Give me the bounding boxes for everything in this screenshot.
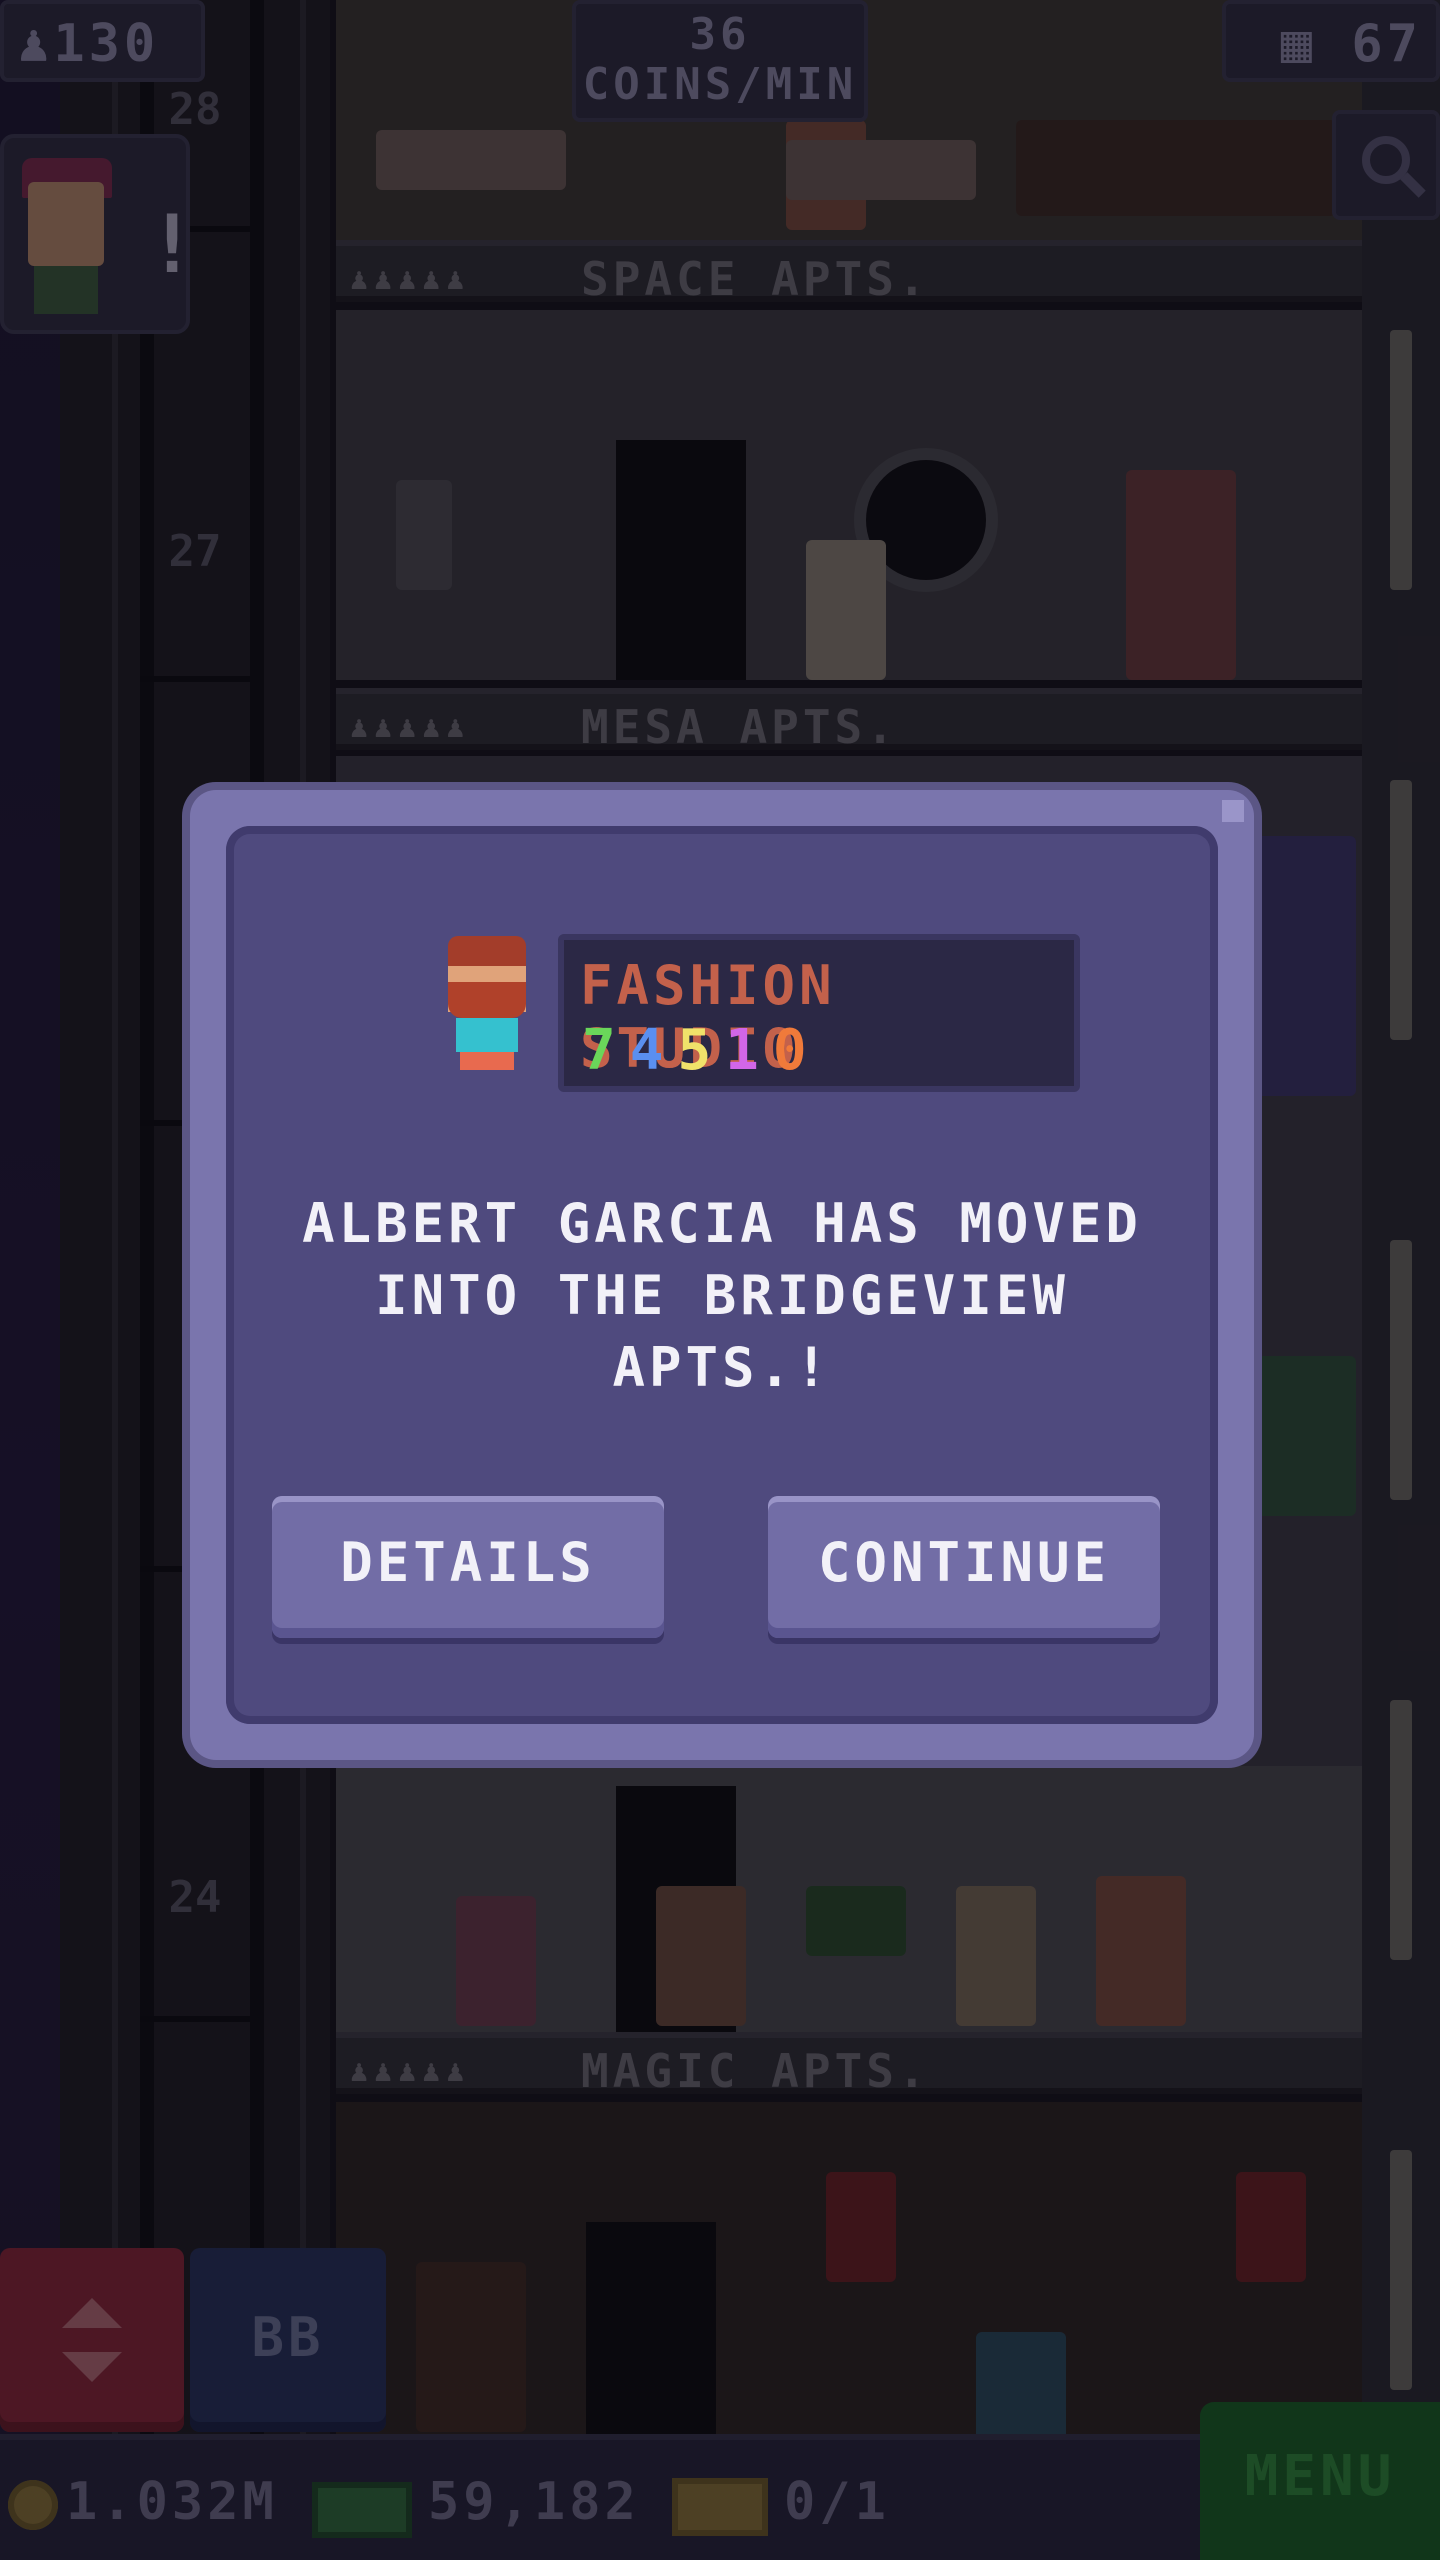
bitizen-avatar: [442, 936, 532, 1076]
skill-creative: 0: [772, 1018, 821, 1083]
skill-recreation: 5: [677, 1018, 726, 1083]
details-button[interactable]: DETAILS: [272, 1496, 664, 1638]
continue-button[interactable]: CONTINUE: [768, 1496, 1160, 1638]
avatar-hair: [448, 936, 526, 966]
skill-ratings: 74510: [582, 1018, 821, 1083]
avatar-shirt: [456, 1018, 518, 1052]
dialog-message: ALBERT GARCIA HAS MOVED INTO THE BRIDGEV…: [302, 1192, 1142, 1399]
skill-retail: 1: [725, 1018, 773, 1083]
avatar-shorts: [460, 1052, 514, 1070]
avatar-beard: [448, 982, 526, 1018]
skill-food: 7: [582, 1018, 630, 1083]
dream-job-panel: FASHION STUDIO 74510: [558, 934, 1080, 1092]
skill-service: 4: [629, 1018, 678, 1083]
dialog-corner: [1222, 800, 1244, 822]
move-in-dialog: FASHION STUDIO 74510 ALBERT GARCIA HAS M…: [190, 790, 1254, 1760]
dialog-body: FASHION STUDIO 74510 ALBERT GARCIA HAS M…: [226, 826, 1218, 1724]
